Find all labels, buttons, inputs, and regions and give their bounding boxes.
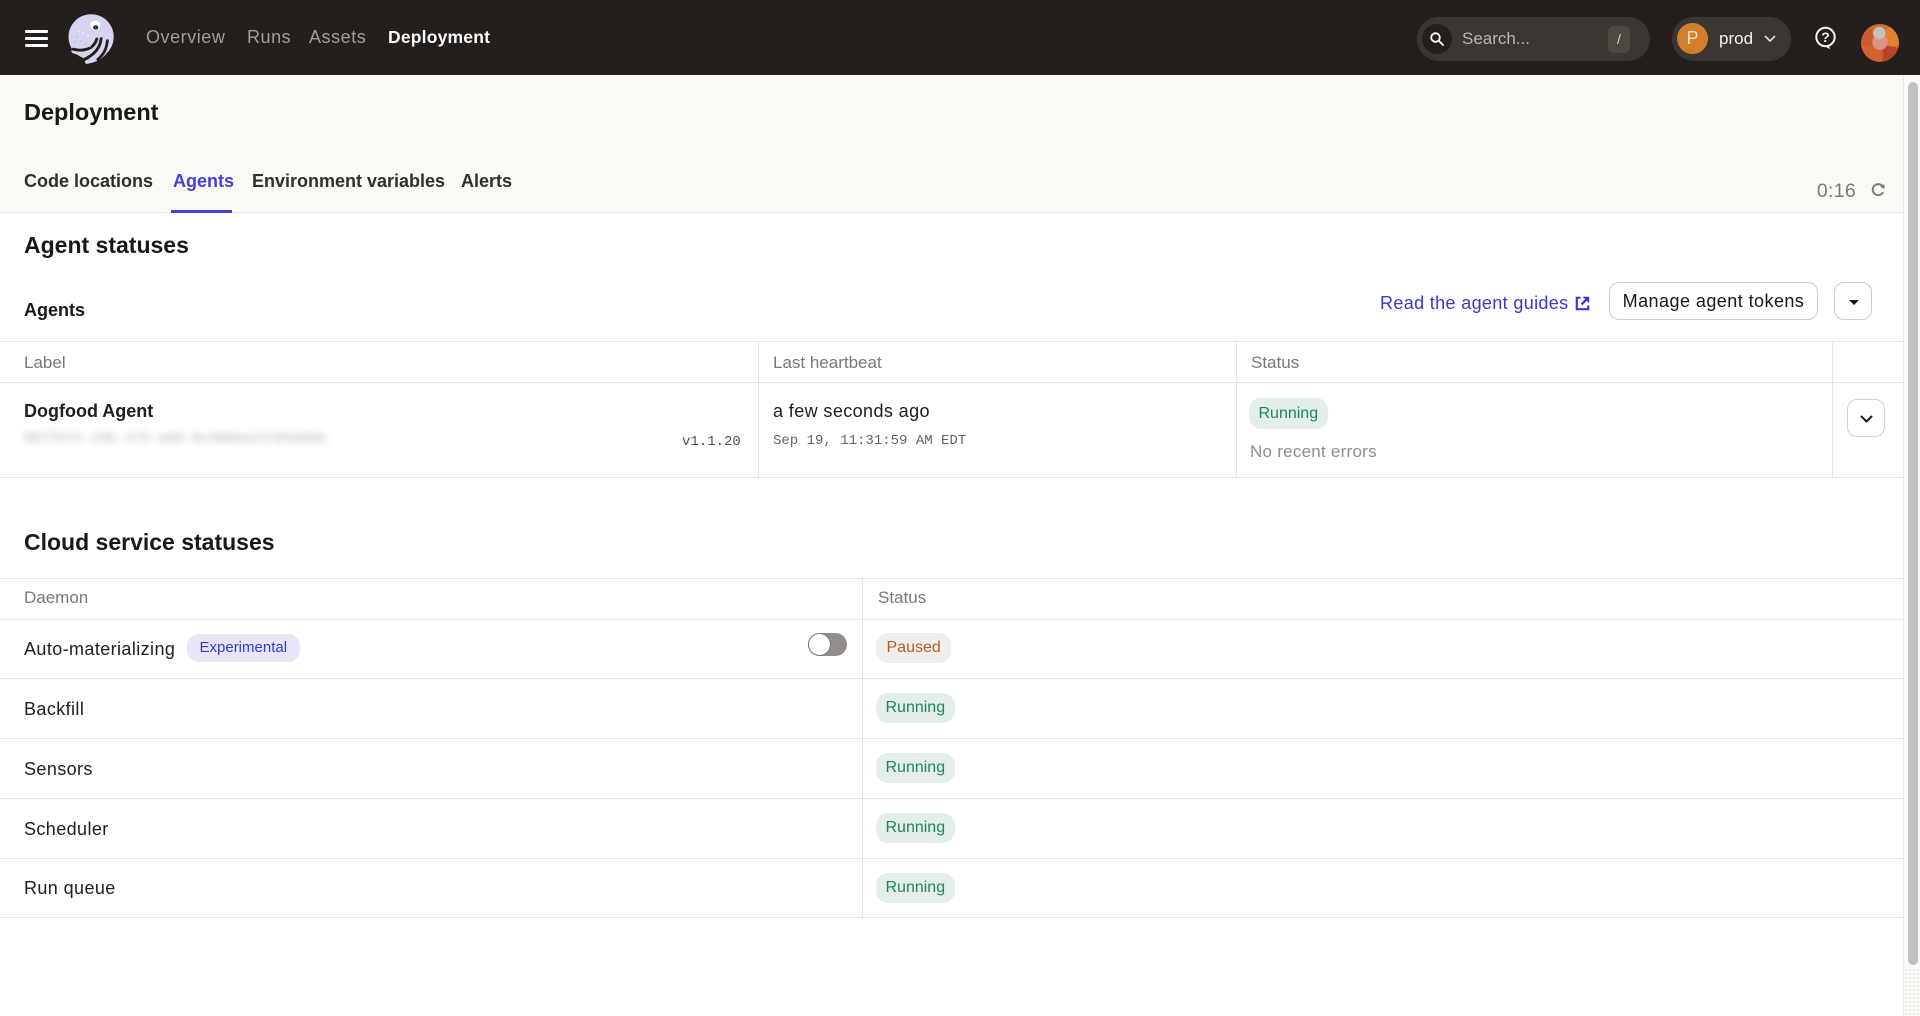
svg-text:?: ? bbox=[1821, 29, 1830, 45]
